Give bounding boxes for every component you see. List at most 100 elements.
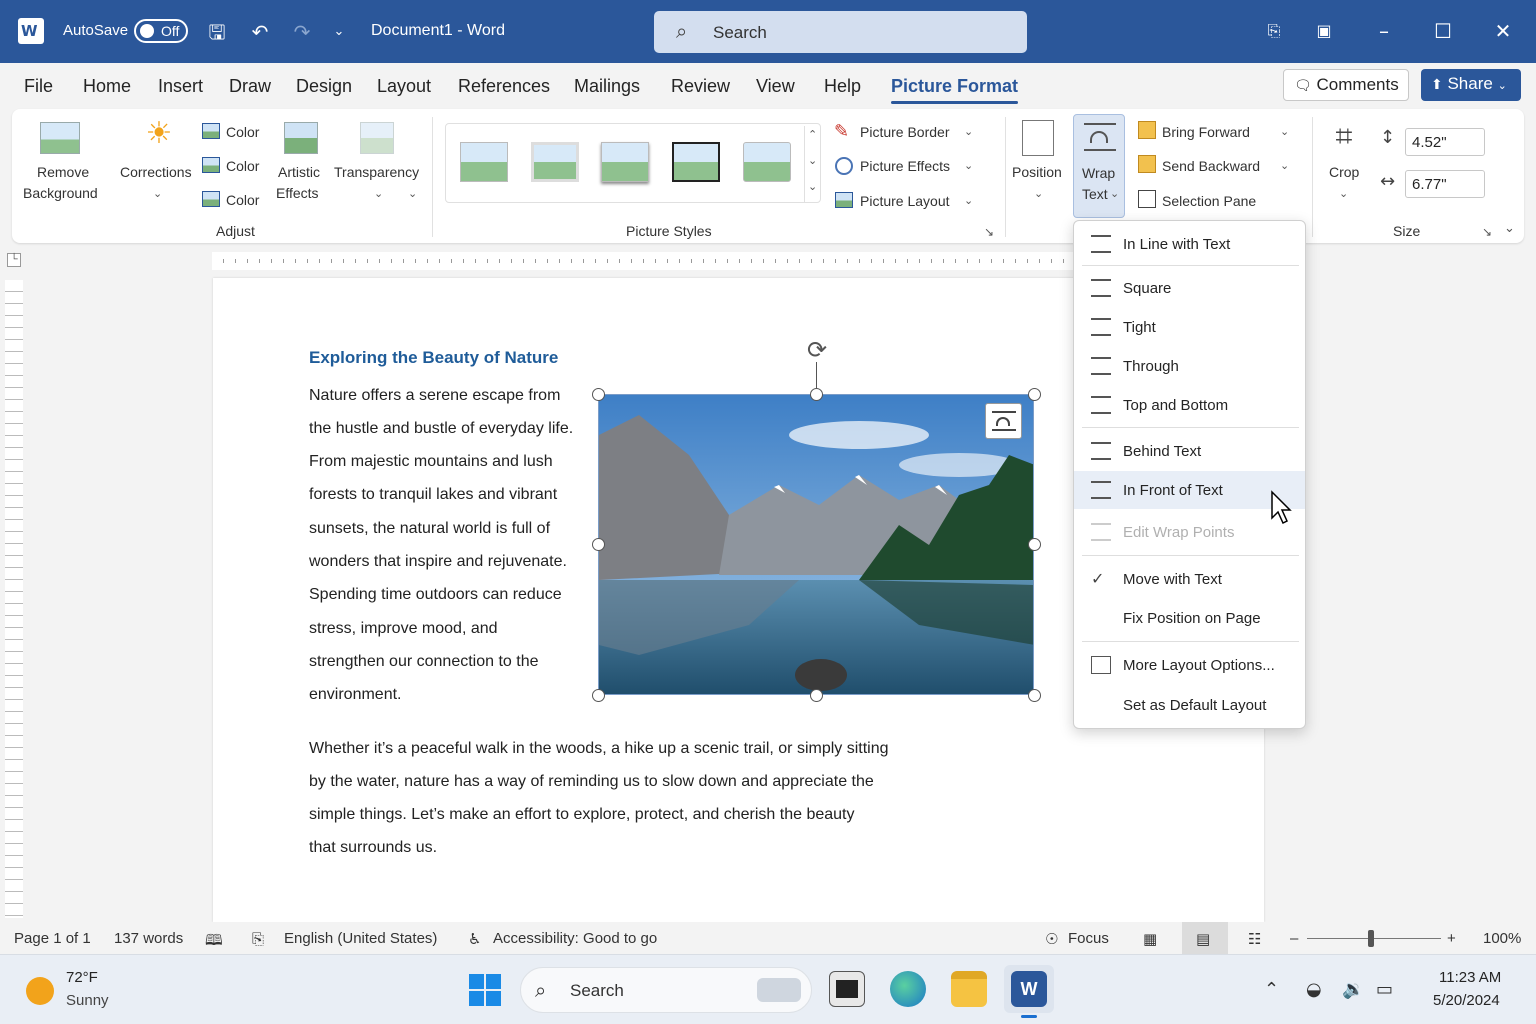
gallery-down-icon[interactable]: ⌄ [808, 154, 817, 167]
clock-time[interactable]: 11:23 AM [1439, 969, 1501, 986]
picture-layout-button[interactable]: Picture Layout [860, 193, 950, 209]
resize-handle[interactable] [1028, 538, 1041, 551]
tab-design[interactable]: Design [296, 76, 352, 97]
paragraph-line[interactable]: simple things. Let’s make an effort to e… [309, 806, 855, 824]
redo-icon[interactable]: ↷ [289, 19, 315, 45]
taskbar-search[interactable]: ⌕ Search [520, 967, 812, 1013]
artistic-effects-line1[interactable]: Artistic [278, 164, 320, 180]
wrap-text-button[interactable]: Wrap Text ⌄ [1073, 114, 1125, 218]
wrap-tight[interactable]: Tight [1074, 308, 1305, 346]
paragraph-line[interactable]: stress, improve mood, and [309, 620, 498, 638]
paragraph-line[interactable]: the hustle and bustle of everyday life. [309, 420, 573, 438]
resize-handle[interactable] [592, 538, 605, 551]
resize-handle[interactable] [810, 689, 823, 702]
language-status[interactable]: English (United States) [284, 930, 437, 947]
picture-border-button[interactable]: Picture Border [860, 124, 949, 140]
picture-style-thumb[interactable] [743, 142, 791, 182]
print-layout-icon[interactable]: ▤ [1196, 930, 1210, 948]
web-layout-icon[interactable]: ☷ [1248, 930, 1261, 948]
paragraph-line[interactable]: by the water, nature has a way of remind… [309, 773, 874, 791]
tab-references[interactable]: References [458, 76, 550, 97]
paragraph-line[interactable]: strengthen our connection to the [309, 653, 539, 671]
picture-styles-launcher-icon[interactable]: ↘ [984, 225, 994, 239]
wrap-behind-text[interactable]: Behind Text [1074, 432, 1305, 470]
tab-insert[interactable]: Insert [158, 76, 203, 97]
weather-condition[interactable]: Sunny [66, 992, 109, 1009]
coauthor-icon[interactable]: ⎘ [1259, 16, 1289, 46]
paragraph-line[interactable]: wonders that inspire and rejuvenate. [309, 553, 567, 571]
picture-style-thumb[interactable] [460, 142, 508, 182]
wrap-square[interactable]: Square [1074, 269, 1305, 307]
horizontal-ruler[interactable] [212, 252, 1074, 270]
paragraph-line[interactable]: forests to tranquil lakes and vibrant [309, 486, 557, 504]
weather-sun-icon[interactable] [26, 977, 54, 1005]
accessibility-status[interactable]: Accessibility: Good to go [493, 930, 657, 947]
send-backward-button[interactable]: Send Backward [1162, 158, 1260, 174]
title-search-box[interactable]: ⌕ Search [654, 11, 1027, 53]
resize-handle[interactable] [1028, 689, 1041, 702]
gallery-more-icon[interactable]: ⌄ [808, 180, 817, 193]
tab-view[interactable]: View [756, 76, 795, 97]
page-count[interactable]: Page 1 of 1 [14, 930, 91, 947]
ribbon-display-icon[interactable]: ▣ [1309, 16, 1339, 46]
tab-home[interactable]: Home [83, 76, 131, 97]
maximize-icon[interactable]: ☐ [1428, 16, 1458, 46]
set-as-default-layout[interactable]: Set as Default Layout [1074, 686, 1305, 724]
height-input[interactable]: 4.52" [1405, 128, 1485, 156]
paragraph-line[interactable]: environment. [309, 686, 402, 704]
tab-review[interactable]: Review [671, 76, 730, 97]
picture-style-thumb[interactable] [672, 142, 720, 182]
fix-position-on-page[interactable]: Fix Position on Page [1074, 599, 1305, 637]
word-taskbar-icon[interactable]: W [1011, 971, 1047, 1007]
zoom-level[interactable]: 100% [1483, 930, 1521, 947]
share-button[interactable]: ⬆ Share ⌄ [1421, 69, 1521, 101]
corrections-button[interactable]: Corrections [120, 164, 192, 180]
color-button-1[interactable]: Color [226, 124, 259, 140]
resize-handle[interactable] [1028, 388, 1041, 401]
tab-picture-format[interactable]: Picture Format [891, 76, 1019, 104]
paragraph-line[interactable]: From majestic mountains and lush [309, 453, 553, 471]
volume-icon[interactable]: 🔉 [1342, 979, 1364, 1000]
word-count[interactable]: 137 words [114, 930, 183, 947]
read-mode-icon[interactable]: ▦ [1143, 930, 1157, 948]
undo-icon[interactable]: ↶ [247, 19, 273, 45]
paragraph-line[interactable]: Nature offers a serene escape from [309, 387, 560, 405]
save-icon[interactable]: 🖫 [204, 19, 230, 45]
comments-button[interactable]: 🗨 Comments [1283, 69, 1409, 101]
minimize-icon[interactable]: – [1369, 16, 1399, 46]
wifi-icon[interactable]: ◒ [1306, 979, 1322, 1000]
vertical-ruler[interactable] [5, 280, 23, 918]
windows-start-icon[interactable] [469, 974, 501, 1006]
zoom-out-icon[interactable]: – [1290, 930, 1298, 947]
close-icon[interactable]: ✕ [1488, 16, 1518, 46]
size-launcher-icon[interactable]: ↘ [1482, 225, 1492, 239]
resize-handle[interactable] [592, 388, 605, 401]
picture-style-thumb[interactable] [531, 142, 579, 182]
customize-toolbar-icon[interactable]: ⌄ [326, 19, 352, 45]
wrap-inline-with-text[interactable]: In Line with Text [1074, 225, 1305, 263]
gallery-scroll[interactable]: ⌃ ⌄ ⌄ [804, 126, 820, 202]
battery-icon[interactable]: ▭ [1376, 979, 1393, 1000]
autosave-toggle[interactable]: Off [134, 19, 188, 43]
resize-handle[interactable] [810, 388, 823, 401]
more-layout-options[interactable]: More Layout Options... [1074, 646, 1305, 684]
tab-mailings[interactable]: Mailings [574, 76, 640, 97]
show-hidden-icons-icon[interactable]: ⌃ [1264, 979, 1279, 1000]
proofing-icon[interactable]: 🕮 [205, 930, 223, 955]
document-heading[interactable]: Exploring the Beauty of Nature [309, 348, 558, 368]
width-input[interactable]: 6.77" [1405, 170, 1485, 198]
zoom-in-icon[interactable]: + [1447, 930, 1456, 947]
position-button[interactable]: Position [1012, 164, 1062, 180]
paragraph-line[interactable]: that surrounds us. [309, 839, 437, 857]
collapse-ribbon-icon[interactable]: ⌄ [1504, 221, 1515, 236]
selection-pane-button[interactable]: Selection Pane [1162, 193, 1256, 209]
task-view-icon[interactable] [829, 971, 865, 1007]
remove-background-line1[interactable]: Remove [37, 164, 89, 180]
tab-selector-icon[interactable]: └ [7, 253, 21, 267]
focus-button[interactable]: Focus [1068, 930, 1109, 947]
remove-background-line2[interactable]: Background [23, 185, 98, 201]
bring-forward-button[interactable]: Bring Forward [1162, 124, 1250, 140]
layout-options-button[interactable] [985, 403, 1022, 439]
clock-date[interactable]: 5/20/2024 [1433, 992, 1500, 1009]
color-button-3[interactable]: Color [226, 192, 259, 208]
